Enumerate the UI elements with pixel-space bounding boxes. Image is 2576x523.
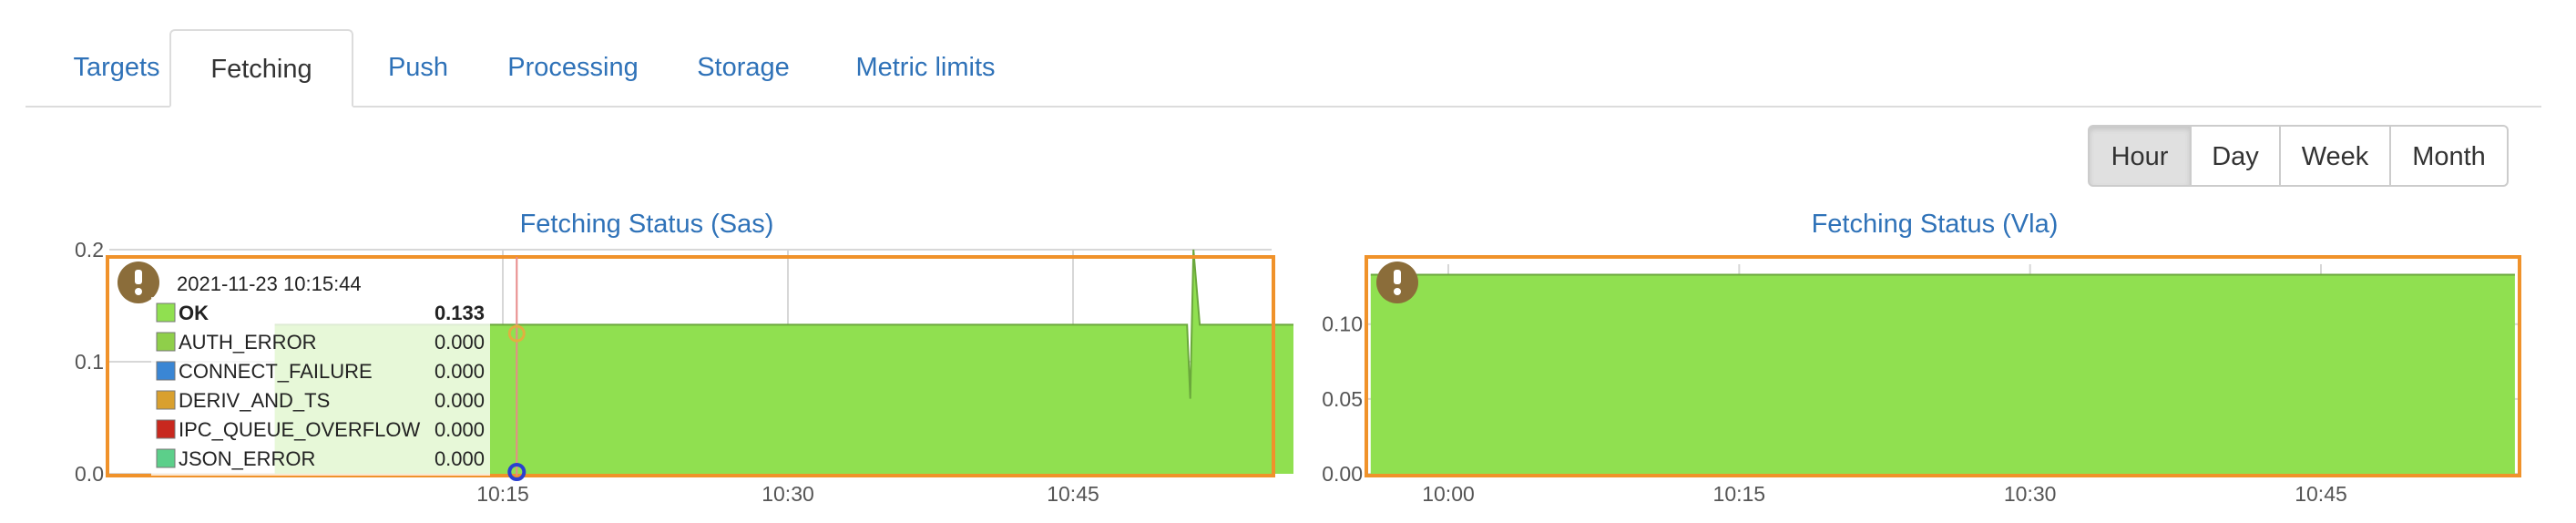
y-tick-label: 0.1 (75, 350, 104, 374)
legend-series-value: 0.000 (434, 418, 485, 441)
range-week-button[interactable]: Week (2279, 125, 2391, 187)
x-tick-label: 10:30 (2004, 482, 2057, 506)
tab-targets[interactable]: Targets (53, 29, 180, 106)
legend-series-value: 0.000 (434, 447, 485, 470)
alert-icon-mark (135, 270, 142, 284)
chart-canvas[interactable]: 10:00 10:15 10:30 10:45 0.00 0.05 0.10 (1293, 210, 2576, 523)
x-tick-label: 10:45 (2295, 482, 2347, 506)
tab-fetching[interactable]: Fetching (169, 29, 353, 108)
y-tick-label: 0.00 (1322, 462, 1363, 486)
y-tick-label: 0.0 (75, 462, 104, 486)
legend-series-value: 0.133 (434, 302, 485, 324)
legend-series-value: 0.000 (434, 389, 485, 412)
x-tick-label: 10:30 (762, 482, 814, 506)
legend-series-name: CONNECT_FAILURE (179, 360, 373, 383)
legend-series-value: 0.000 (434, 331, 485, 354)
legend-series-name: DERIV_AND_TS (179, 389, 330, 412)
tooltip-timestamp: 2021-11-23 10:15:44 (177, 272, 362, 295)
tab-processing[interactable]: Processing (477, 29, 669, 106)
chart-canvas[interactable]: 10:15 10:30 10:45 0.0 0.1 0.2 2021-11-23 10:15… (0, 210, 1293, 523)
range-hour-button[interactable]: Hour (2088, 125, 2192, 187)
y-tick-label: 0.05 (1322, 387, 1363, 411)
alert-icon-dot (1394, 288, 1401, 295)
alert-icon-mark (1394, 270, 1401, 284)
x-tick-label: 10:45 (1047, 482, 1099, 506)
range-day-button[interactable]: Day (2190, 125, 2281, 187)
tab-metric-limits[interactable]: Metric limits (818, 29, 1033, 106)
y-tick-label: 0.2 (75, 238, 104, 262)
tab-push[interactable]: Push (359, 29, 477, 106)
legend-series-name: OK (179, 302, 209, 324)
legend-series-name: AUTH_ERROR (179, 331, 317, 354)
tab-bar: Targets Fetching Push Processing Storage… (26, 29, 2541, 108)
legend-swatch (156, 390, 176, 410)
time-range-selector: Hour Day Week Month (2088, 125, 2509, 187)
legend-series-value: 0.000 (434, 360, 485, 383)
legend-swatch (156, 361, 176, 381)
series-area (1370, 274, 2515, 474)
chart-vla: Fetching Status (Vla) 10:00 10:15 10:30 10:… (1293, 210, 2576, 523)
legend-swatch (156, 448, 176, 468)
y-tick-label: 0.10 (1322, 313, 1363, 336)
legend-swatch (156, 303, 176, 323)
legend-swatch (156, 419, 176, 439)
chart-sas: Fetching Status (Sas) 10:15 10:30 10:45 0.0… (0, 210, 1293, 523)
legend-swatch (156, 332, 176, 352)
legend-series-name: IPC_QUEUE_OVERFLOW (179, 418, 421, 441)
alert-icon-dot (135, 288, 142, 295)
x-tick-label: 10:00 (1422, 482, 1475, 506)
range-month-button[interactable]: Month (2389, 125, 2509, 187)
x-tick-label: 10:15 (1713, 482, 1766, 506)
tab-storage[interactable]: Storage (669, 29, 818, 106)
x-tick-label: 10:15 (476, 482, 529, 506)
legend-series-name: JSON_ERROR (179, 447, 315, 470)
